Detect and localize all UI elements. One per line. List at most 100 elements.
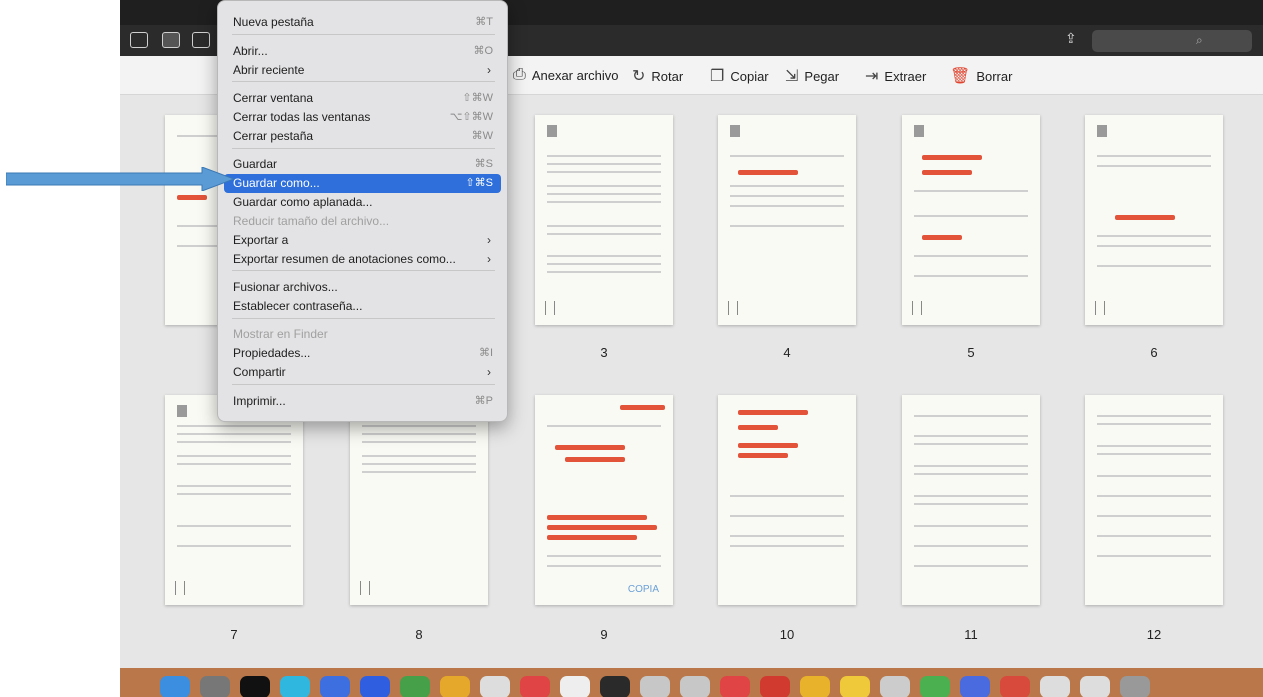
page-number: 8 bbox=[415, 627, 423, 642]
menu-item[interactable]: Exportar a › bbox=[224, 231, 501, 250]
menu-item[interactable]: Fusionar archivos... bbox=[224, 278, 501, 297]
finder-icon[interactable] bbox=[160, 676, 190, 697]
attach-file-button[interactable]: ⎙ Anexar archivo bbox=[513, 66, 619, 84]
terminal-icon[interactable] bbox=[240, 676, 270, 697]
rotate-label: Rotar bbox=[651, 68, 684, 84]
menu-item[interactable]: Abrir reciente › bbox=[224, 61, 501, 80]
menu-item-label: Guardar bbox=[233, 157, 278, 171]
page-number: 5 bbox=[967, 345, 975, 360]
paste-label: Pegar bbox=[804, 68, 840, 84]
app-icon[interactable] bbox=[520, 676, 550, 697]
menu-shortcut: ⌘P bbox=[474, 395, 493, 407]
trash-icon[interactable] bbox=[1120, 676, 1150, 697]
app-icon[interactable] bbox=[640, 676, 670, 697]
app-icon[interactable] bbox=[400, 676, 430, 697]
menu-item-label: Establecer contraseña... bbox=[233, 299, 363, 313]
menu-item-label: Cerrar todas las ventanas bbox=[233, 110, 371, 124]
page-thumbnail[interactable]: COPIA bbox=[535, 395, 673, 605]
app-icon[interactable] bbox=[760, 676, 790, 697]
menu-shortcut: ⌘I bbox=[478, 347, 493, 359]
page-view-icon[interactable] bbox=[192, 32, 210, 48]
page-thumbnail[interactable] bbox=[718, 115, 856, 325]
page-thumbnail[interactable] bbox=[165, 395, 303, 605]
chevron-right-icon: › bbox=[487, 365, 491, 379]
menu-item-label: Mostrar en Finder bbox=[233, 327, 328, 341]
app-icon[interactable] bbox=[560, 676, 590, 697]
menu-separator bbox=[232, 148, 495, 149]
menu-item[interactable]: Cerrar todas las ventanas ⌥⇧⌘W bbox=[224, 108, 501, 127]
menu-item-label: Reducir tamaño del archivo... bbox=[233, 214, 390, 228]
app-icon[interactable] bbox=[480, 676, 510, 697]
page-number: 7 bbox=[230, 627, 238, 642]
extract-button[interactable]: ⇥ Extraer bbox=[865, 66, 926, 86]
app-icon[interactable] bbox=[1080, 676, 1110, 697]
menu-item[interactable]: Guardar como... ⇧⌘S bbox=[224, 174, 501, 193]
dock bbox=[120, 668, 1263, 697]
grid-view-icon[interactable] bbox=[162, 32, 180, 48]
page-number: 3 bbox=[600, 345, 608, 360]
page-thumbnail[interactable] bbox=[902, 395, 1040, 605]
app-icon[interactable] bbox=[720, 676, 750, 697]
app-icon[interactable] bbox=[360, 676, 390, 697]
menu-item[interactable]: Cerrar ventana ⇧⌘W bbox=[224, 89, 501, 108]
menu-item: Mostrar en Finder bbox=[224, 325, 501, 344]
app-icon[interactable] bbox=[680, 676, 710, 697]
app-icon[interactable] bbox=[960, 676, 990, 697]
attach-file-label: Anexar archivo bbox=[531, 67, 619, 83]
menu-shortcut: ⌘S bbox=[474, 158, 493, 170]
menu-item-label: Cerrar pestaña bbox=[233, 129, 314, 143]
app-icon[interactable] bbox=[1040, 676, 1070, 697]
menu-separator bbox=[232, 318, 495, 319]
page-number: 12 bbox=[1146, 627, 1162, 642]
menu-item[interactable]: Abrir... ⌘O bbox=[224, 42, 501, 61]
app-icon[interactable] bbox=[600, 676, 630, 697]
page-number: 6 bbox=[1150, 345, 1158, 360]
sidebar-toggle-icon[interactable] bbox=[130, 32, 148, 48]
menu-item[interactable]: Propiedades... ⌘I bbox=[224, 344, 501, 363]
page-thumbnail[interactable] bbox=[718, 395, 856, 605]
page-thumbnail[interactable] bbox=[902, 115, 1040, 325]
menu-item-label: Nueva pestaña bbox=[233, 15, 314, 29]
menu-item[interactable]: Nueva pestaña ⌘T bbox=[224, 13, 501, 32]
menu-shortcut: ⇧⌘S bbox=[465, 177, 493, 189]
menu-item[interactable]: Guardar como aplanada... bbox=[224, 193, 501, 212]
menu-shortcut: ⌥⇧⌘W bbox=[449, 111, 493, 123]
app-icon[interactable] bbox=[800, 676, 830, 697]
menu-item: Reducir tamaño del archivo... bbox=[224, 212, 501, 231]
menu-separator bbox=[232, 384, 495, 385]
page-thumbnail[interactable] bbox=[1085, 395, 1223, 605]
menu-item[interactable]: Compartir › bbox=[224, 363, 501, 382]
chevron-right-icon: › bbox=[487, 233, 491, 247]
menu-item-label: Propiedades... bbox=[233, 346, 311, 360]
app-icon[interactable] bbox=[840, 676, 870, 697]
copy-icon: ❐ bbox=[710, 68, 725, 85]
menu-item-label: Imprimir... bbox=[233, 394, 286, 408]
launchpad-icon[interactable] bbox=[200, 676, 230, 697]
menu-shortcut: ⌘T bbox=[475, 16, 493, 28]
mail-icon[interactable] bbox=[320, 676, 350, 697]
copy-button[interactable]: ❐ Copiar bbox=[710, 66, 769, 86]
extract-icon: ⇥ bbox=[865, 68, 879, 85]
share-icon[interactable]: ⇪ bbox=[1065, 30, 1077, 47]
menu-item[interactable]: Cerrar pestaña ⌘W bbox=[224, 127, 501, 146]
page-thumbnail[interactable] bbox=[350, 395, 488, 605]
app-icon[interactable] bbox=[920, 676, 950, 697]
page-thumbnail[interactable] bbox=[535, 115, 673, 325]
safari-icon[interactable] bbox=[280, 676, 310, 697]
menu-item[interactable]: Exportar resumen de anotaciones como... › bbox=[224, 250, 501, 269]
menu-separator bbox=[232, 81, 495, 82]
page-thumbnail[interactable] bbox=[1085, 115, 1223, 325]
page-number: 4 bbox=[783, 345, 791, 360]
menu-item[interactable]: Establecer contraseña... bbox=[224, 297, 501, 316]
chevron-right-icon: › bbox=[487, 63, 491, 77]
search-input[interactable]: ⌕ bbox=[1092, 30, 1252, 52]
app-icon[interactable] bbox=[440, 676, 470, 697]
app-icon[interactable] bbox=[880, 676, 910, 697]
paste-button[interactable]: ⇲ Pegar bbox=[785, 66, 839, 86]
delete-button[interactable]: 🗑 Borrar bbox=[950, 66, 1012, 86]
rotate-button[interactable]: ↻ Rotar bbox=[632, 66, 683, 86]
menu-separator bbox=[232, 270, 495, 271]
menu-item[interactable]: Guardar ⌘S bbox=[224, 155, 501, 174]
app-icon[interactable] bbox=[1000, 676, 1030, 697]
menu-item[interactable]: Imprimir... ⌘P bbox=[224, 392, 501, 411]
